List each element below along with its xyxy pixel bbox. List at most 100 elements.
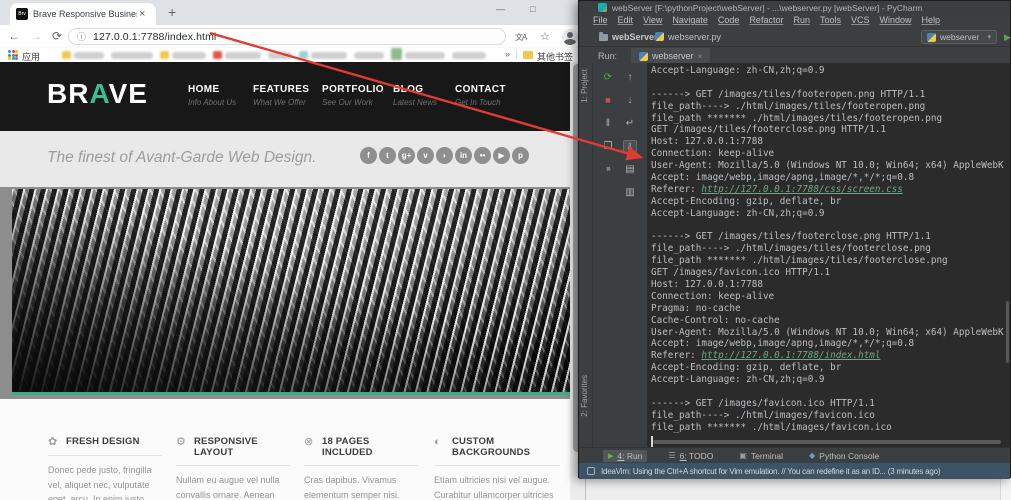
bookmark-item[interactable] [268,50,292,60]
run-tab[interactable]: webserver × [631,48,711,64]
apps-grid-icon[interactable] [8,50,18,60]
bookmark-item[interactable] [452,50,486,60]
social-icon[interactable]: •• [474,147,491,164]
social-icon[interactable]: t [379,147,396,164]
url-text[interactable]: 127.0.0.1:7788/index.html [93,31,216,43]
tab-title: Brave Responsive Business Te [33,9,137,19]
toolbar-icon[interactable]: ⟳ [601,71,615,84]
tool-tab[interactable]: Python Console [804,450,884,462]
window-minimize-button[interactable]: — [496,4,505,14]
breadcrumb-file[interactable]: webserver.py [655,32,721,42]
menu-item[interactable]: Code [718,15,740,25]
browser-tab[interactable]: Brv Brave Responsive Business Te × [10,3,156,25]
tab-close-icon[interactable]: × [139,8,145,20]
console-line: file_path ******* ./html/images/favicon.… [651,421,892,433]
site-info-icon[interactable]: ⓘ [77,30,86,43]
console-link[interactable]: http://127.0.0.1:7788/css/screen.css [701,184,903,195]
console-line: GET /images/tiles/footerclose.png HTTP/1… [651,124,887,136]
menu-item[interactable]: Window [880,15,912,25]
menu-item[interactable]: Run [793,15,810,25]
window-maximize-button[interactable]: □ [530,4,535,14]
nav-item[interactable]: HOME Info About Us [188,84,236,107]
toolbar-icon[interactable]: ‖ [601,117,615,130]
menu-item[interactable]: View [643,15,662,25]
social-icon[interactable]: f [360,147,377,164]
back-button[interactable]: ← [8,29,20,43]
nav-item[interactable]: FEATURES What We Offer [253,84,309,107]
address-bar[interactable]: ⓘ 127.0.0.1:7788/index.html [68,28,506,45]
toolbar-icon[interactable]: ↵ [623,117,637,130]
status-bar: IdeaVim: Using the Ctrl+A shortcut for V… [579,463,1010,479]
menu-item[interactable]: Edit [618,15,634,25]
close-icon[interactable]: × [698,52,703,61]
divider [516,50,517,59]
bookmark-item[interactable] [391,48,445,60]
nav-item[interactable]: PORTFOLIO See Our Work [322,84,384,107]
run-button[interactable]: ▶ [1004,32,1011,43]
social-icon[interactable]: g+ [398,147,415,164]
profile-avatar[interactable] [562,29,578,45]
console-line: Pragma: no-cache [651,302,741,314]
toolbar-icon[interactable]: ⇓ [623,140,637,153]
tool-tab[interactable]: 6: TODO [663,450,718,462]
bookmark-item[interactable] [111,50,153,60]
toolbar-icon[interactable]: ❐ [601,140,615,153]
run-console[interactable]: Accept-Language: zh-CN,zh;q=0.9 ------> … [647,63,1010,447]
project-tool-button[interactable]: 1: Project [580,69,589,103]
toolbar-icon[interactable]: ▥ [623,186,637,199]
social-icon[interactable]: ▶ [493,147,510,164]
run-toolbar-side: ↑ ↓ ↵ ⇓ ▤ ▥ [623,71,637,199]
toolbar-icon[interactable]: ↑ [623,71,637,84]
tool-tab[interactable]: Terminal [734,450,788,462]
hero-image [12,189,571,395]
bookmark-star-icon[interactable]: ☆ [540,30,550,43]
console-line: file_path----> ./html/images/tiles/foote… [651,243,931,255]
toolbar-icon[interactable]: ■ [601,94,615,107]
feature-title: FRESH DESIGN [66,436,140,447]
console-output: Accept-Language: zh-CN,zh;q=0.9 ------> … [651,65,1010,434]
bookmark-item[interactable] [160,50,206,60]
breadcrumb-project[interactable]: webServer [599,32,658,42]
console-line: Accept: image/webp,image/apng,image/*,*/… [651,338,915,350]
social-icon[interactable]: ◗ [436,147,453,164]
nav-item[interactable]: CONTACT Get In Touch [455,84,506,107]
menu-item[interactable]: VCS [851,15,870,25]
forward-button[interactable]: → [30,29,42,43]
bookmark-item[interactable] [299,50,347,60]
social-icon[interactable]: v [417,147,434,164]
run-configuration-select[interactable]: webserver ▾ [921,30,997,44]
toolbar-icon[interactable]: ⌖ [599,160,618,179]
console-line: ------> GET /images/tiles/footeropen.png… [651,88,926,100]
console-vertical-scrollbar[interactable] [1006,301,1009,363]
bookmark-item[interactable] [354,50,384,60]
background-scrollbar[interactable]: ▼ [1000,478,1011,500]
bookmarks-overflow-icon[interactable]: » [505,49,510,59]
favorites-tool-button[interactable]: 2: Favorites [580,375,589,417]
bookmark-item[interactable] [62,50,104,60]
menu-item[interactable]: Navigate [672,15,708,25]
console-line: Referer: http://127.0.0.1:7788/index.htm… [651,350,881,362]
toolbar-icon[interactable]: ▤ [623,163,637,176]
new-tab-button[interactable]: + [168,4,176,20]
nav-item[interactable]: BLOG Latest News [393,84,437,107]
menu-item[interactable]: Help [922,15,941,25]
tool-tab[interactable]: 4: Run [603,449,648,462]
bookmark-item[interactable] [213,50,261,60]
reload-button[interactable]: ⟳ [52,29,62,43]
social-icon[interactable]: p [512,147,529,164]
status-message[interactable]: IdeaVim: Using the Ctrl+A shortcut for V… [601,467,941,476]
pycharm-title-bar[interactable]: webServer [F:\pythonProject\webServer] -… [579,1,1010,14]
console-link[interactable]: http://127.0.0.1:7788/index.html [701,350,880,361]
toolbar-icon[interactable]: ↓ [623,94,637,107]
pycharm-navigation-bar: webServer webserver.py webserver ▾ ▶ [579,28,1011,46]
console-horizontal-scrollbar[interactable] [653,440,1001,444]
tab-favicon-icon: Brv [16,8,28,20]
menu-item[interactable]: Refactor [749,15,783,25]
translate-icon[interactable]: 文A [515,32,527,43]
event-log-icon[interactable] [587,467,595,475]
menu-item[interactable]: Tools [820,15,841,25]
menu-item[interactable]: File [593,15,608,25]
social-icon[interactable]: in [455,147,472,164]
